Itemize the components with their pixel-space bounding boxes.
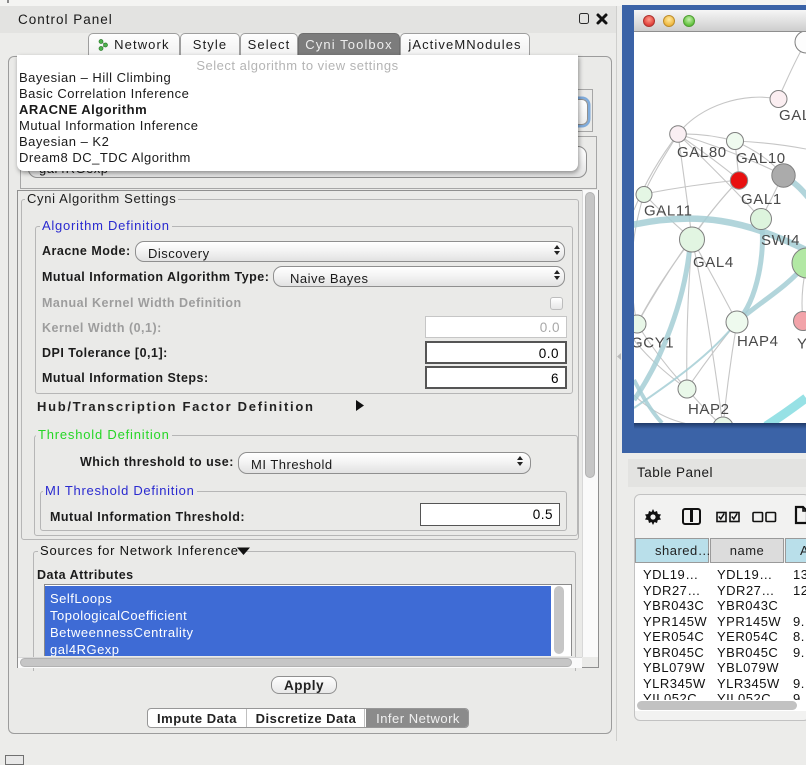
svg-text:GAL10: GAL10 bbox=[736, 150, 786, 167]
svg-text:GCY1: GCY1 bbox=[634, 335, 674, 352]
svg-text:GAL80: GAL80 bbox=[677, 144, 727, 161]
svg-text:GAL4: GAL4 bbox=[693, 254, 734, 271]
svg-text:SWI4: SWI4 bbox=[761, 232, 800, 249]
svg-text:GAL7: GAL7 bbox=[779, 107, 806, 124]
svg-text:HAP2: HAP2 bbox=[688, 401, 730, 418]
svg-text:GAL11: GAL11 bbox=[644, 203, 693, 220]
svg-text:HAP4: HAP4 bbox=[737, 333, 779, 350]
svg-text:Y: Y bbox=[797, 336, 806, 353]
svg-text:GAL1: GAL1 bbox=[741, 191, 782, 208]
